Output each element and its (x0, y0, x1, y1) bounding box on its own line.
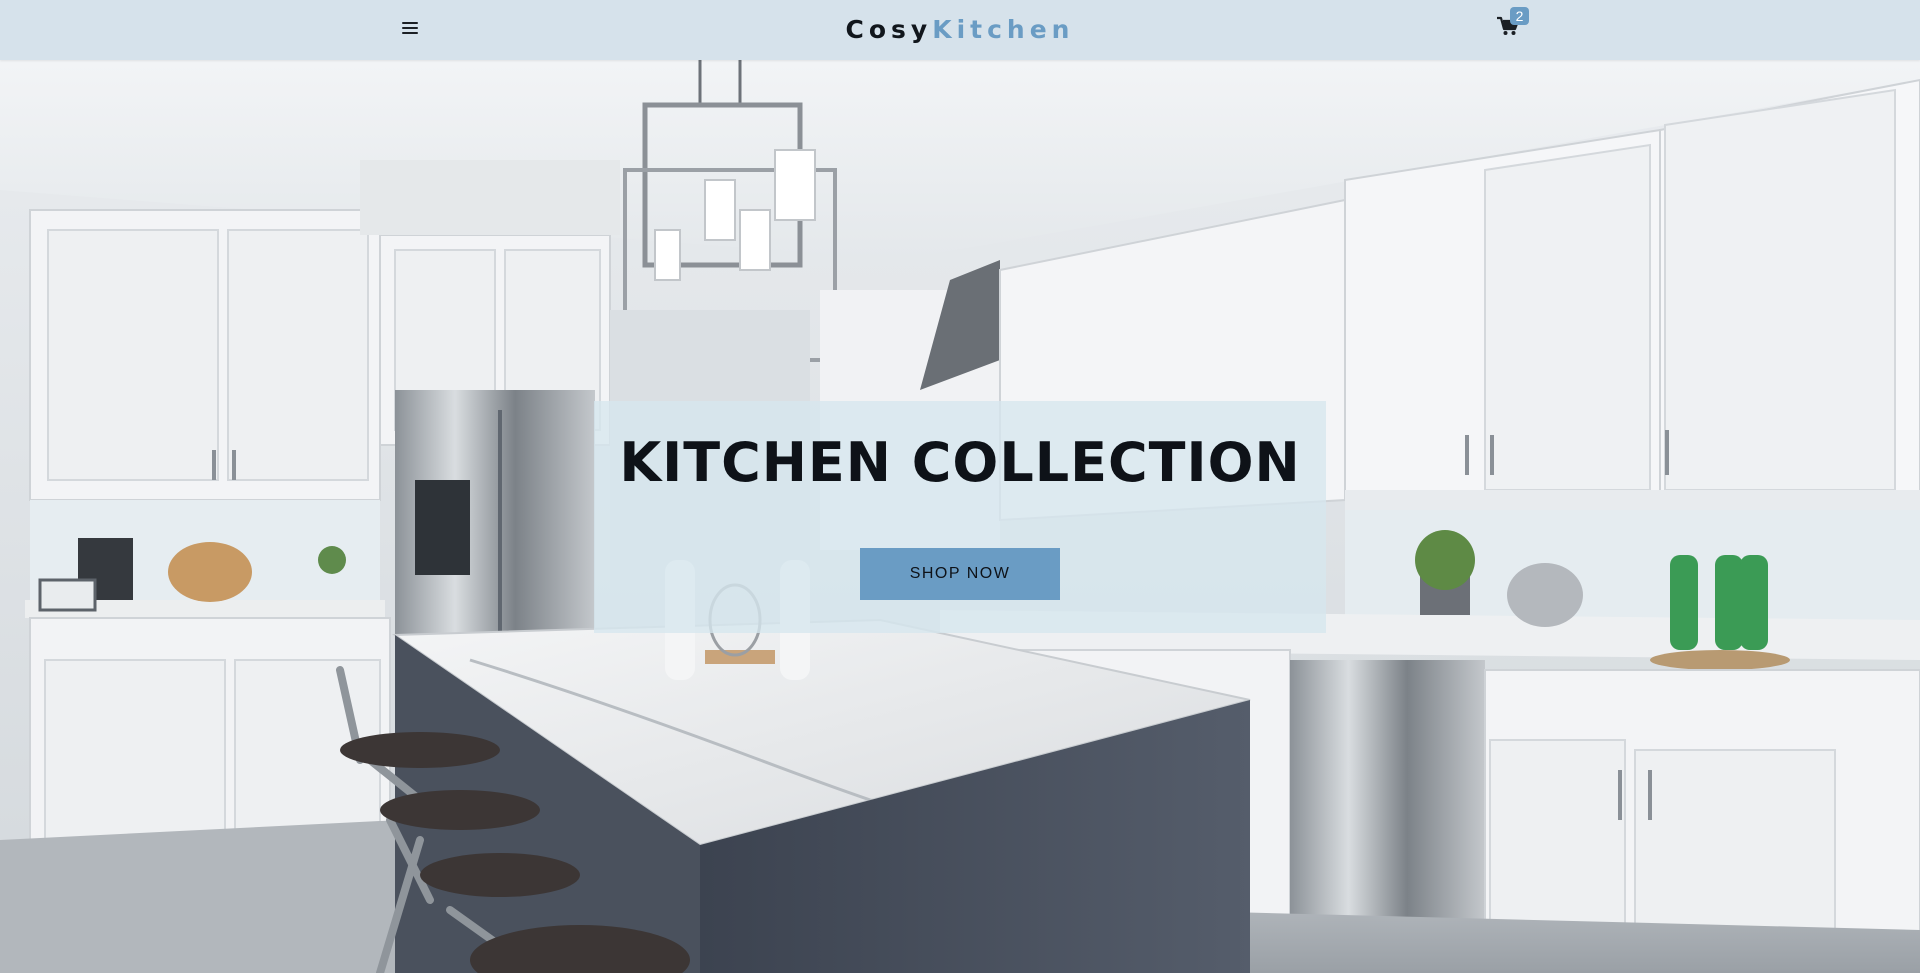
shop-now-button[interactable]: SHOP NOW (860, 548, 1060, 600)
brand-logo[interactable]: CosyKitchen (0, 14, 1920, 46)
hero-section: KITCHEN COLLECTION SHOP NOW (0, 60, 1920, 973)
navbar: CosyKitchen 2 (0, 0, 1920, 60)
hero-title: KITCHEN COLLECTION (619, 431, 1301, 494)
brand-name-part1: Cosy (845, 15, 933, 44)
brand-name-part2: Kitchen (932, 15, 1075, 44)
cart-count-badge: 2 (1510, 7, 1529, 25)
